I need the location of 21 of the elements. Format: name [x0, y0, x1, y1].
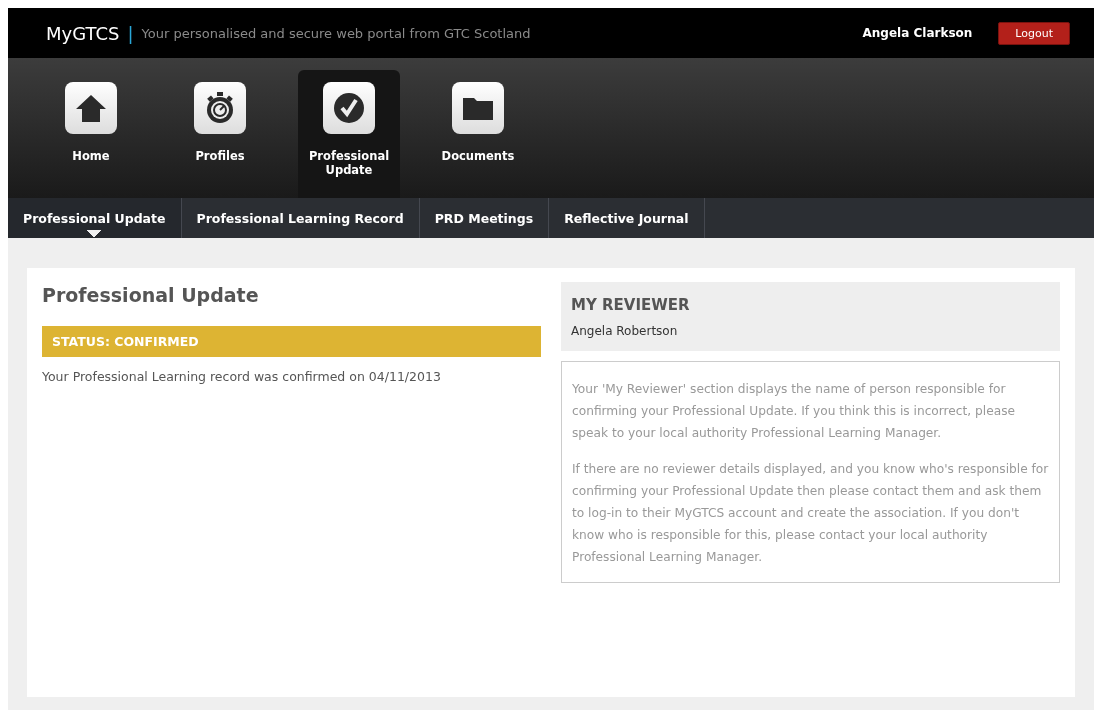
logout-button[interactable]: Logout — [998, 21, 1070, 45]
checkmark-icon — [323, 82, 375, 134]
nav-item[interactable]: Profiles — [169, 70, 271, 198]
folder-icon — [452, 82, 504, 134]
logo[interactable]: MyGTCS — [46, 22, 120, 44]
reviewer-name: Angela Robertson — [571, 324, 678, 338]
status-message: Your Professional Learning record was confirmed on 04/11/2013 — [42, 369, 442, 384]
reviewer-heading: MY REVIEWER — [571, 296, 691, 314]
separator: | — [127, 22, 134, 44]
sub-nav-tab[interactable]: Professional Update — [8, 198, 182, 238]
info-paragraph: Your 'My Reviewer' section displays the name of person responsible for confirming your Professional Update. If you think this is incorrect, please speak to your local authority Professional Learning Manager. — [572, 381, 1016, 442]
tagline: Your personalised and secure web portal from GTC Scotland — [141, 25, 531, 41]
page-title: Professional Update — [42, 283, 260, 308]
nav-item[interactable]: Documents — [427, 70, 529, 198]
nav-item[interactable]: Home — [40, 70, 142, 198]
stopwatch-icon — [194, 82, 246, 134]
status-banner: STATUS: CONFIRMED — [42, 326, 541, 357]
house-icon — [65, 82, 117, 134]
info-paragraph: If there are no reviewer details displayed, and you know who's responsible for confirming your Professional Update then please contact them and ask them to log-in to their MyGTCS account and create the association. If you don't know who is responsible for this, please contact your local authority Professional Learning Manager. — [572, 461, 1049, 566]
user-name: Angela Clarkson — [862, 26, 973, 40]
nav-item[interactable]: Professional Update — [298, 70, 400, 198]
